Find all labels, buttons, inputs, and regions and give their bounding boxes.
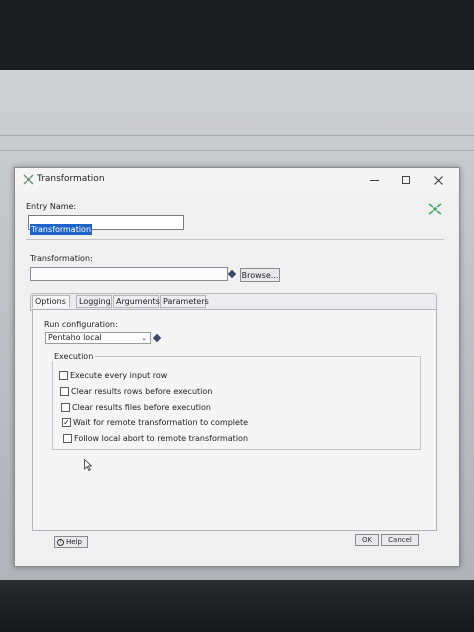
transformation-label: Transformation:	[30, 254, 93, 263]
tab-logging[interactable]: Logging	[76, 295, 112, 308]
checkbox-label: Clear results files before execution	[72, 403, 211, 412]
background-window-edge	[0, 135, 474, 136]
checkbox-wait-for-remote[interactable]: ✓ Wait for remote transformation to comp…	[62, 417, 248, 428]
maximize-icon	[402, 176, 410, 184]
mouse-cursor-icon	[84, 459, 92, 471]
separator	[26, 239, 444, 240]
cancel-button[interactable]: Cancel	[381, 534, 419, 546]
run-configuration-label: Run configuration:	[44, 320, 118, 329]
help-label: Help	[66, 538, 82, 546]
browse-button[interactable]: Browse...	[240, 268, 280, 282]
tab-options[interactable]: Options	[32, 295, 70, 308]
dialog-title: Transformation	[37, 174, 105, 184]
checkbox-label: Follow local abort to remote transformat…	[74, 434, 249, 443]
minimize-icon	[369, 179, 379, 181]
checkbox[interactable]	[63, 434, 72, 443]
run-configuration-select[interactable]: Pentaho local ⌄	[45, 332, 151, 344]
transformation-icon	[23, 174, 34, 185]
entry-name-input[interactable]: Transformation	[28, 215, 184, 235]
background-window-edge	[0, 150, 474, 151]
checkbox-label: Wait for remote transformation to comple…	[73, 418, 248, 427]
monitor-bezel	[0, 580, 474, 632]
help-button[interactable]: ? Help	[54, 536, 88, 548]
maximize-button[interactable]	[393, 171, 419, 189]
close-icon	[433, 175, 443, 185]
entry-name-value: Transformation	[30, 224, 93, 235]
checkbox-follow-local-abort[interactable]: Follow local abort to remote transformat…	[63, 433, 248, 444]
checkbox-execute-every-row[interactable]: Execute every input row	[59, 370, 167, 381]
minimize-button[interactable]	[361, 171, 387, 189]
checkbox-clear-results-rows[interactable]: Clear results rows before execution	[60, 386, 212, 397]
checkbox[interactable]	[60, 387, 69, 396]
checkbox-checked[interactable]: ✓	[62, 418, 71, 427]
checkbox-label: Execute every input row	[70, 371, 168, 380]
close-button[interactable]	[425, 171, 451, 189]
checkbox[interactable]	[59, 371, 68, 380]
ok-button[interactable]: OK	[355, 534, 379, 546]
checkbox-label: Clear results rows before execution	[71, 387, 213, 396]
checkbox[interactable]	[61, 403, 70, 412]
tab-arguments[interactable]: Arguments	[113, 295, 160, 308]
tab-parameters[interactable]: Parameters	[160, 295, 209, 308]
checkbox-clear-results-files[interactable]: Clear results files before execution	[61, 402, 211, 413]
transformation-path-input[interactable]	[30, 267, 228, 281]
run-configuration-value: Pentaho local	[48, 333, 102, 342]
entry-name-label: Entry Name:	[26, 202, 77, 211]
dialog-titlebar[interactable]: Transformation	[15, 168, 459, 192]
execution-label: Execution	[52, 352, 96, 361]
chevron-down-icon: ⌄	[141, 334, 147, 342]
help-icon: ?	[57, 538, 64, 546]
transformation-entry-icon	[428, 203, 442, 215]
